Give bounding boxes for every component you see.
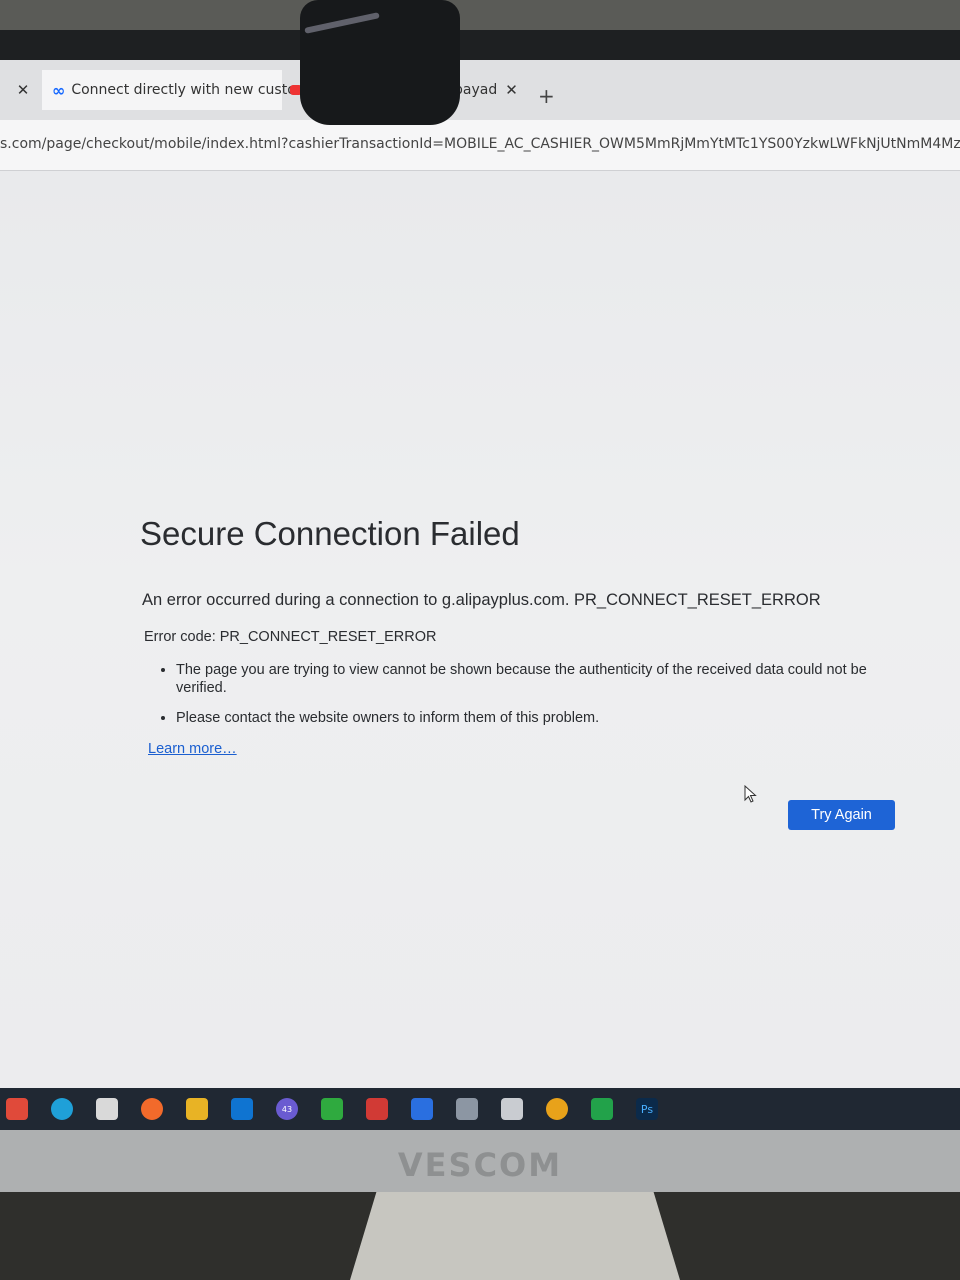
tab-meta[interactable]: ∞ Connect directly with new custo ✕: [42, 70, 316, 110]
taskbar: 43 Ps: [0, 1088, 960, 1130]
tab-label: Connect directly with new custo: [71, 82, 296, 98]
photoshop-icon[interactable]: Ps: [636, 1098, 658, 1120]
firefox-icon[interactable]: [141, 1098, 163, 1120]
error-description: An error occurred during a connection to…: [142, 591, 821, 609]
page-content: Secure Connection Failed An error occurr…: [0, 171, 960, 1100]
learn-more-link[interactable]: Learn more…: [148, 741, 237, 757]
mouse-cursor-icon: [744, 785, 757, 803]
monitor-bezel-top: [0, 30, 960, 62]
list-item: Please contact the website owners to inf…: [176, 709, 916, 727]
browser-screen: ✕ ∞ Connect directly with new custo ✕ ba…: [0, 60, 960, 1100]
list-item: The page you are trying to view cannot b…: [176, 661, 916, 697]
blue-app-icon[interactable]: [411, 1098, 433, 1120]
notification-badge: 43: [281, 1104, 293, 1114]
file-explorer-icon[interactable]: [186, 1098, 208, 1120]
photoshop-label: Ps: [640, 1102, 654, 1116]
monitor-stand: [350, 1192, 680, 1280]
outlook-icon[interactable]: [231, 1098, 253, 1120]
address-bar[interactable]: s.com/page/checkout/mobile/index.html?ca…: [0, 120, 960, 171]
windows-start-icon[interactable]: [6, 1098, 28, 1120]
tab-bayad[interactable]: bayad ✕: [454, 70, 534, 110]
tab-first[interactable]: ✕: [0, 70, 38, 110]
green-app-icon[interactable]: [321, 1098, 343, 1120]
tab-label: bayad: [454, 82, 498, 98]
gray-app-icon[interactable]: [456, 1098, 478, 1120]
edge-icon[interactable]: [51, 1098, 73, 1120]
close-icon[interactable]: ✕: [17, 81, 30, 99]
chrome-icon[interactable]: [546, 1098, 568, 1120]
calendar-icon[interactable]: [96, 1098, 118, 1120]
error-details-list: The page you are trying to view cannot b…: [158, 661, 916, 739]
red-app-icon[interactable]: [366, 1098, 388, 1120]
widget-icon[interactable]: [501, 1098, 523, 1120]
error-code: Error code: PR_CONNECT_RESET_ERROR: [144, 629, 437, 645]
url-text[interactable]: s.com/page/checkout/mobile/index.html?ca…: [0, 136, 960, 152]
close-icon[interactable]: ✕: [505, 81, 518, 99]
new-tab-button[interactable]: +: [538, 84, 555, 108]
chat-icon[interactable]: 43: [276, 1098, 298, 1120]
meta-logo-icon: ∞: [52, 80, 66, 100]
tab-strip: ✕ ∞ Connect directly with new custo ✕ ba…: [0, 60, 960, 120]
monitor-brand-logo: VESCOM: [397, 1146, 563, 1184]
page-title: Secure Connection Failed: [140, 515, 520, 552]
try-again-button[interactable]: Try Again: [788, 800, 895, 830]
green-app-2-icon[interactable]: [591, 1098, 613, 1120]
webcam-clip: [300, 0, 460, 125]
